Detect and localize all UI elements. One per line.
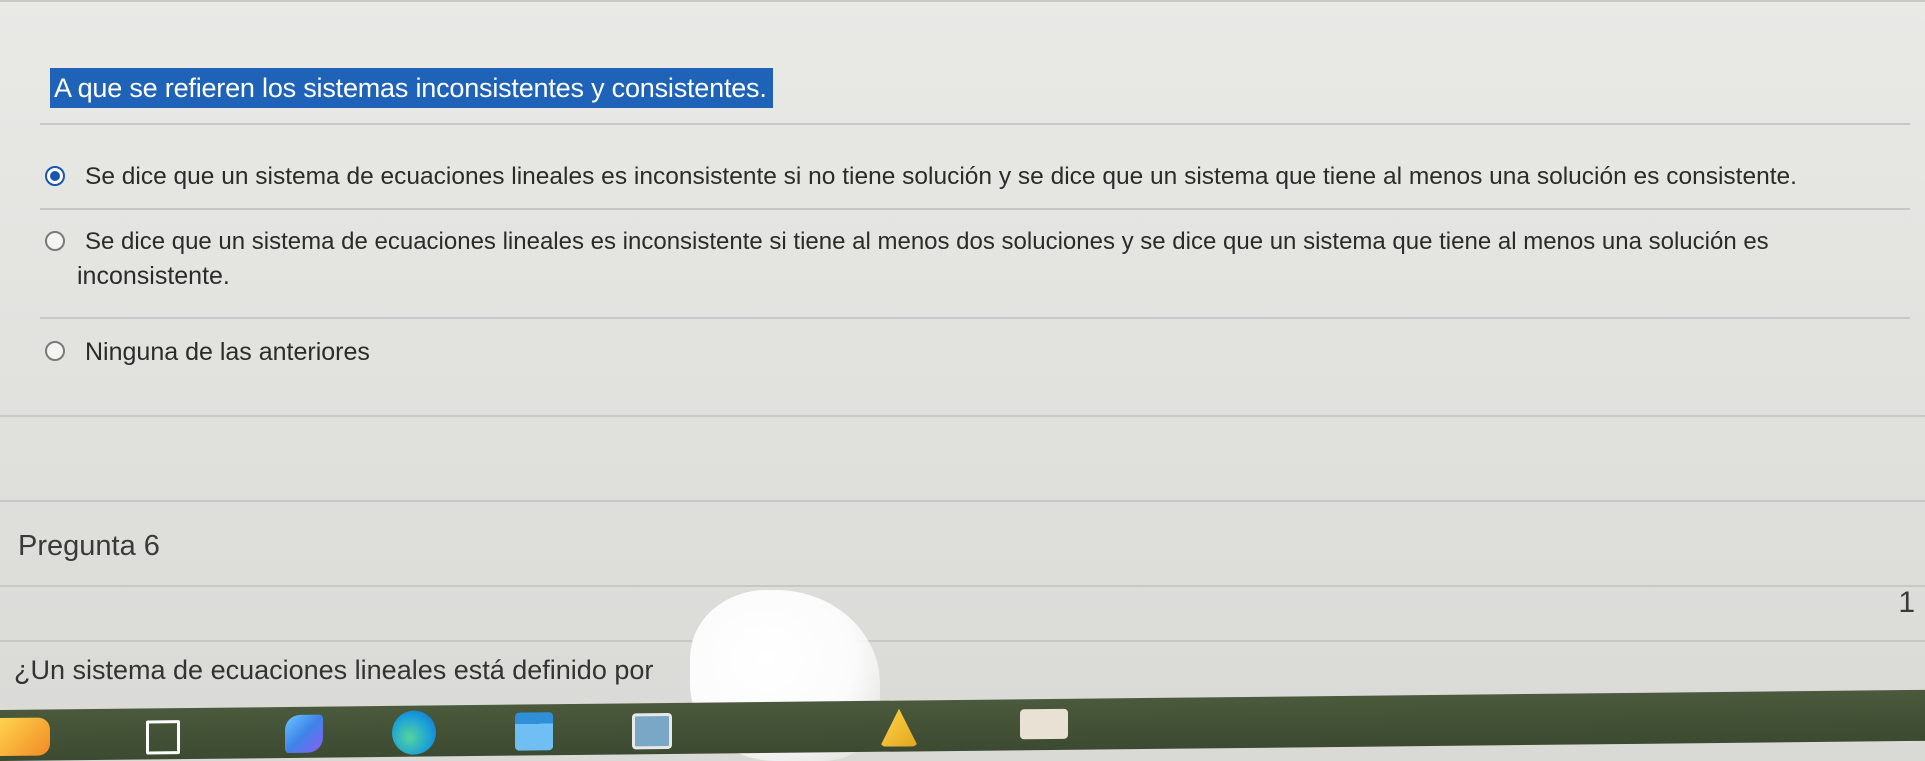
question-number-title: Pregunta 6	[18, 530, 160, 562]
divider	[40, 208, 1910, 210]
section-divider	[0, 500, 1925, 502]
divider	[40, 123, 1910, 125]
edge-browser-icon[interactable]	[392, 710, 436, 755]
photos-icon[interactable]	[632, 712, 672, 750]
answer-label: Ninguna de las anteriores	[85, 338, 370, 366]
radio-icon[interactable]	[45, 231, 65, 251]
answer-label-continued: inconsistente.	[77, 262, 230, 290]
question-prompt: ¿Un sistema de ecuaciones lineales está …	[14, 655, 654, 685]
task-view-icon[interactable]	[146, 720, 180, 755]
app-icon[interactable]	[880, 708, 918, 746]
divider	[0, 585, 1925, 587]
answer-option-3[interactable]: Ninguna de las anteriores	[45, 335, 1910, 369]
app-icon[interactable]	[1020, 708, 1068, 740]
radio-selected-icon[interactable]	[45, 166, 65, 186]
divider	[40, 317, 1910, 319]
store-icon[interactable]	[515, 712, 553, 751]
app-icon[interactable]	[285, 714, 323, 754]
question-text-selected: A que se refieren los sistemas inconsist…	[50, 68, 773, 108]
top-divider	[0, 0, 1925, 2]
divider	[0, 640, 1925, 642]
taskbar	[0, 689, 1925, 761]
answer-label: Se dice que un sistema de ecuaciones lin…	[85, 228, 1769, 255]
answer-option-2[interactable]: Se dice que un sistema de ecuaciones lin…	[45, 225, 1910, 293]
radio-icon[interactable]	[45, 341, 65, 361]
start-icon[interactable]	[0, 717, 50, 756]
answer-label: Se dice que un sistema de ecuaciones lin…	[85, 163, 1797, 190]
quiz-screen: A que se refieren los sistemas inconsist…	[0, 0, 1925, 761]
divider	[0, 415, 1925, 417]
question-points: 1	[1898, 586, 1915, 619]
answer-option-1[interactable]: Se dice que un sistema de ecuaciones lin…	[45, 160, 1910, 194]
